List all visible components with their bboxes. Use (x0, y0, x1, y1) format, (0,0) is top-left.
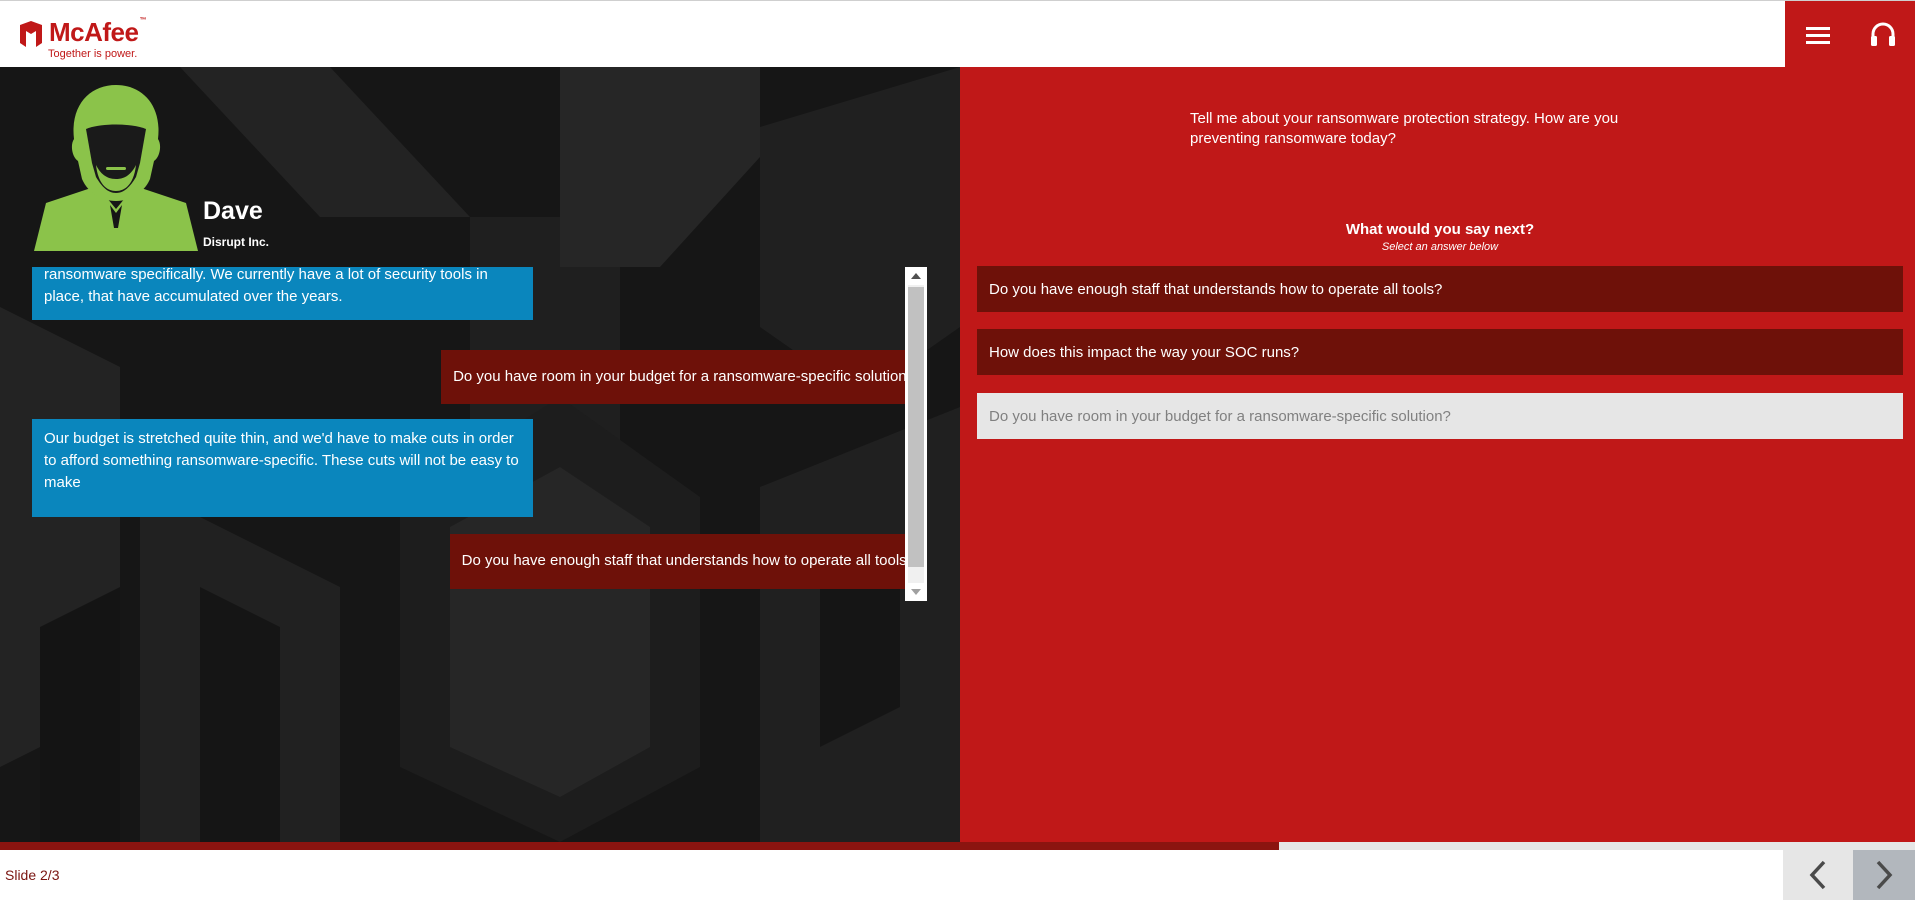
mcafee-logo: McAfee™ Together is power. (18, 17, 168, 63)
previous-slide-button[interactable] (1783, 850, 1853, 900)
chat-message-user: Do you have enough staff that understand… (449, 534, 927, 589)
chat-message-user: Do you have room in your budget for a ra… (441, 350, 927, 404)
conversation-panel: Dave Disrupt Inc. ransomware specificall… (0, 67, 960, 842)
answer-option-used: Do you have room in your budget for a ra… (977, 393, 1903, 439)
chevron-left-icon (1809, 860, 1826, 890)
scroll-up-button[interactable] (905, 267, 927, 285)
scrollbar-track[interactable] (908, 285, 924, 583)
chat-log[interactable]: ransomware specifically. We currently ha… (32, 267, 927, 601)
question-panel: Tell me about your ransomware protection… (960, 67, 1915, 842)
dave-avatar (34, 85, 198, 251)
mcafee-shield-icon (20, 21, 42, 47)
answer-option[interactable]: How does this impact the way your SOC ru… (977, 329, 1903, 375)
next-slide-button[interactable] (1853, 850, 1915, 900)
headphones-icon (1870, 22, 1895, 46)
next-question-instruction: Select an answer below (1381, 241, 1499, 253)
top-header: McAfee™ Together is power. (0, 0, 1915, 68)
logo-tagline: Together is power. (48, 48, 138, 60)
hamburger-menu-icon (1805, 26, 1830, 44)
header-button-group (1785, 1, 1915, 68)
scroll-down-arrow-icon (911, 589, 921, 595)
scroll-up-arrow-icon (911, 273, 921, 279)
course-progress-bar (0, 842, 1915, 850)
character-name: Dave (203, 197, 263, 225)
next-question-heading: What would you say next? (1345, 221, 1535, 238)
progress-fill (0, 842, 1280, 850)
logo-wordmark: McAfee™ (49, 17, 146, 47)
audio-button[interactable] (1850, 1, 1915, 68)
chat-message-customer: Our budget is stretched quite thin, and … (32, 419, 533, 517)
customer-prompt: Tell me about your ransomware protection… (1190, 110, 1619, 147)
scrollbar-thumb[interactable] (908, 287, 924, 567)
menu-button[interactable] (1785, 1, 1850, 68)
chat-scrollbar[interactable] (905, 267, 927, 601)
chevron-right-icon (1876, 860, 1893, 890)
footer-bar: Slide 2/3 (0, 850, 1915, 900)
character-company: Disrupt Inc. (203, 235, 270, 249)
chat-message-customer: ransomware specifically. We currently ha… (32, 267, 533, 320)
answer-option[interactable]: Do you have enough staff that understand… (977, 266, 1903, 312)
slide-counter: Slide 2/3 (5, 867, 60, 883)
scroll-down-button[interactable] (905, 583, 927, 601)
